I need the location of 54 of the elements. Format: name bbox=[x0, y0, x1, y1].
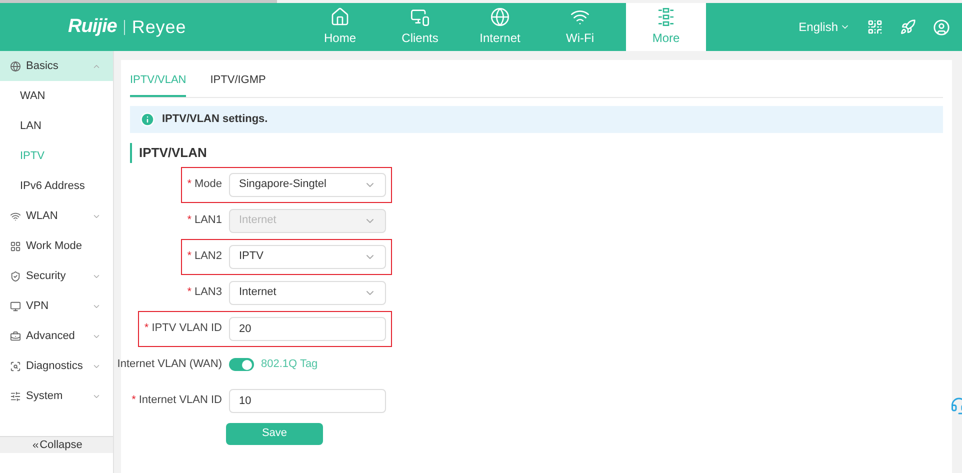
brand-logo: Ruijie bbox=[68, 14, 117, 39]
menu-icon bbox=[10, 300, 21, 312]
section-title: IPTV/VLAN bbox=[130, 142, 943, 162]
field-label: LAN1 bbox=[194, 213, 222, 228]
info-icon bbox=[140, 112, 155, 126]
qr-code-icon[interactable] bbox=[867, 19, 883, 35]
field-label: LAN3 bbox=[194, 285, 222, 300]
sidebar-item[interactable]: Diagnostics bbox=[0, 351, 113, 381]
sidebar-subitem[interactable]: IPv6 Address bbox=[0, 171, 113, 201]
rocket-icon[interactable] bbox=[900, 19, 916, 35]
field-label: Mode bbox=[194, 177, 222, 192]
menu-icon bbox=[10, 270, 21, 282]
sidebar-subitem[interactable]: LAN bbox=[0, 111, 113, 141]
sidebar-item[interactable]: System bbox=[0, 381, 113, 411]
toggle-caption: 802.1Q Tag bbox=[261, 357, 318, 372]
field-label: Internet VLAN ID bbox=[138, 393, 222, 408]
field-label: LAN2 bbox=[194, 249, 222, 264]
tab[interactable]: IPTV/IGMP bbox=[210, 72, 266, 96]
nav-icon bbox=[330, 7, 350, 27]
menu-icon bbox=[10, 210, 21, 222]
required-mark: * bbox=[187, 213, 192, 228]
tree-icon bbox=[656, 7, 676, 27]
nav-icon bbox=[410, 7, 430, 27]
sidebar-item[interactable]: WLAN bbox=[0, 201, 113, 231]
sidebar-item[interactable]: Work Mode bbox=[0, 231, 113, 261]
select-field[interactable]: IPTV bbox=[229, 244, 386, 268]
input-field[interactable]: 20 bbox=[229, 316, 386, 340]
required-mark: * bbox=[187, 249, 192, 264]
menu-icon bbox=[10, 360, 21, 372]
product-logo: Reyee bbox=[132, 16, 186, 39]
select-field[interactable]: Internet bbox=[229, 280, 386, 304]
field-label: IPTV VLAN ID bbox=[152, 321, 222, 336]
menu-icon bbox=[10, 330, 21, 342]
menu-icon bbox=[10, 390, 21, 402]
user-icon[interactable] bbox=[933, 18, 950, 36]
info-banner: IPTV/VLAN settings. bbox=[130, 106, 943, 132]
sidebar-item[interactable]: Advanced bbox=[0, 321, 113, 351]
required-mark: * bbox=[187, 177, 192, 192]
sidebar-subitem[interactable]: WAN bbox=[0, 81, 113, 111]
select-field[interactable]: Singapore-Singtel bbox=[229, 172, 386, 196]
sidebar-item[interactable]: VPN bbox=[0, 291, 113, 321]
menu-icon bbox=[10, 240, 21, 252]
sidebar-item[interactable]: Basics bbox=[0, 51, 113, 81]
collapse-button[interactable]: Collapse bbox=[0, 436, 113, 453]
required-mark: * bbox=[132, 393, 136, 408]
nav-icon bbox=[490, 7, 510, 27]
toggle-switch[interactable] bbox=[229, 358, 254, 371]
double-chevron-icon bbox=[30, 440, 40, 450]
menu-icon bbox=[10, 60, 21, 72]
input-field[interactable]: 10 bbox=[229, 388, 386, 412]
field-label: Internet VLAN (WAN) bbox=[117, 357, 222, 372]
sidebar-item[interactable]: Security bbox=[0, 261, 113, 291]
required-mark: * bbox=[187, 285, 192, 300]
required-mark: * bbox=[144, 321, 149, 336]
